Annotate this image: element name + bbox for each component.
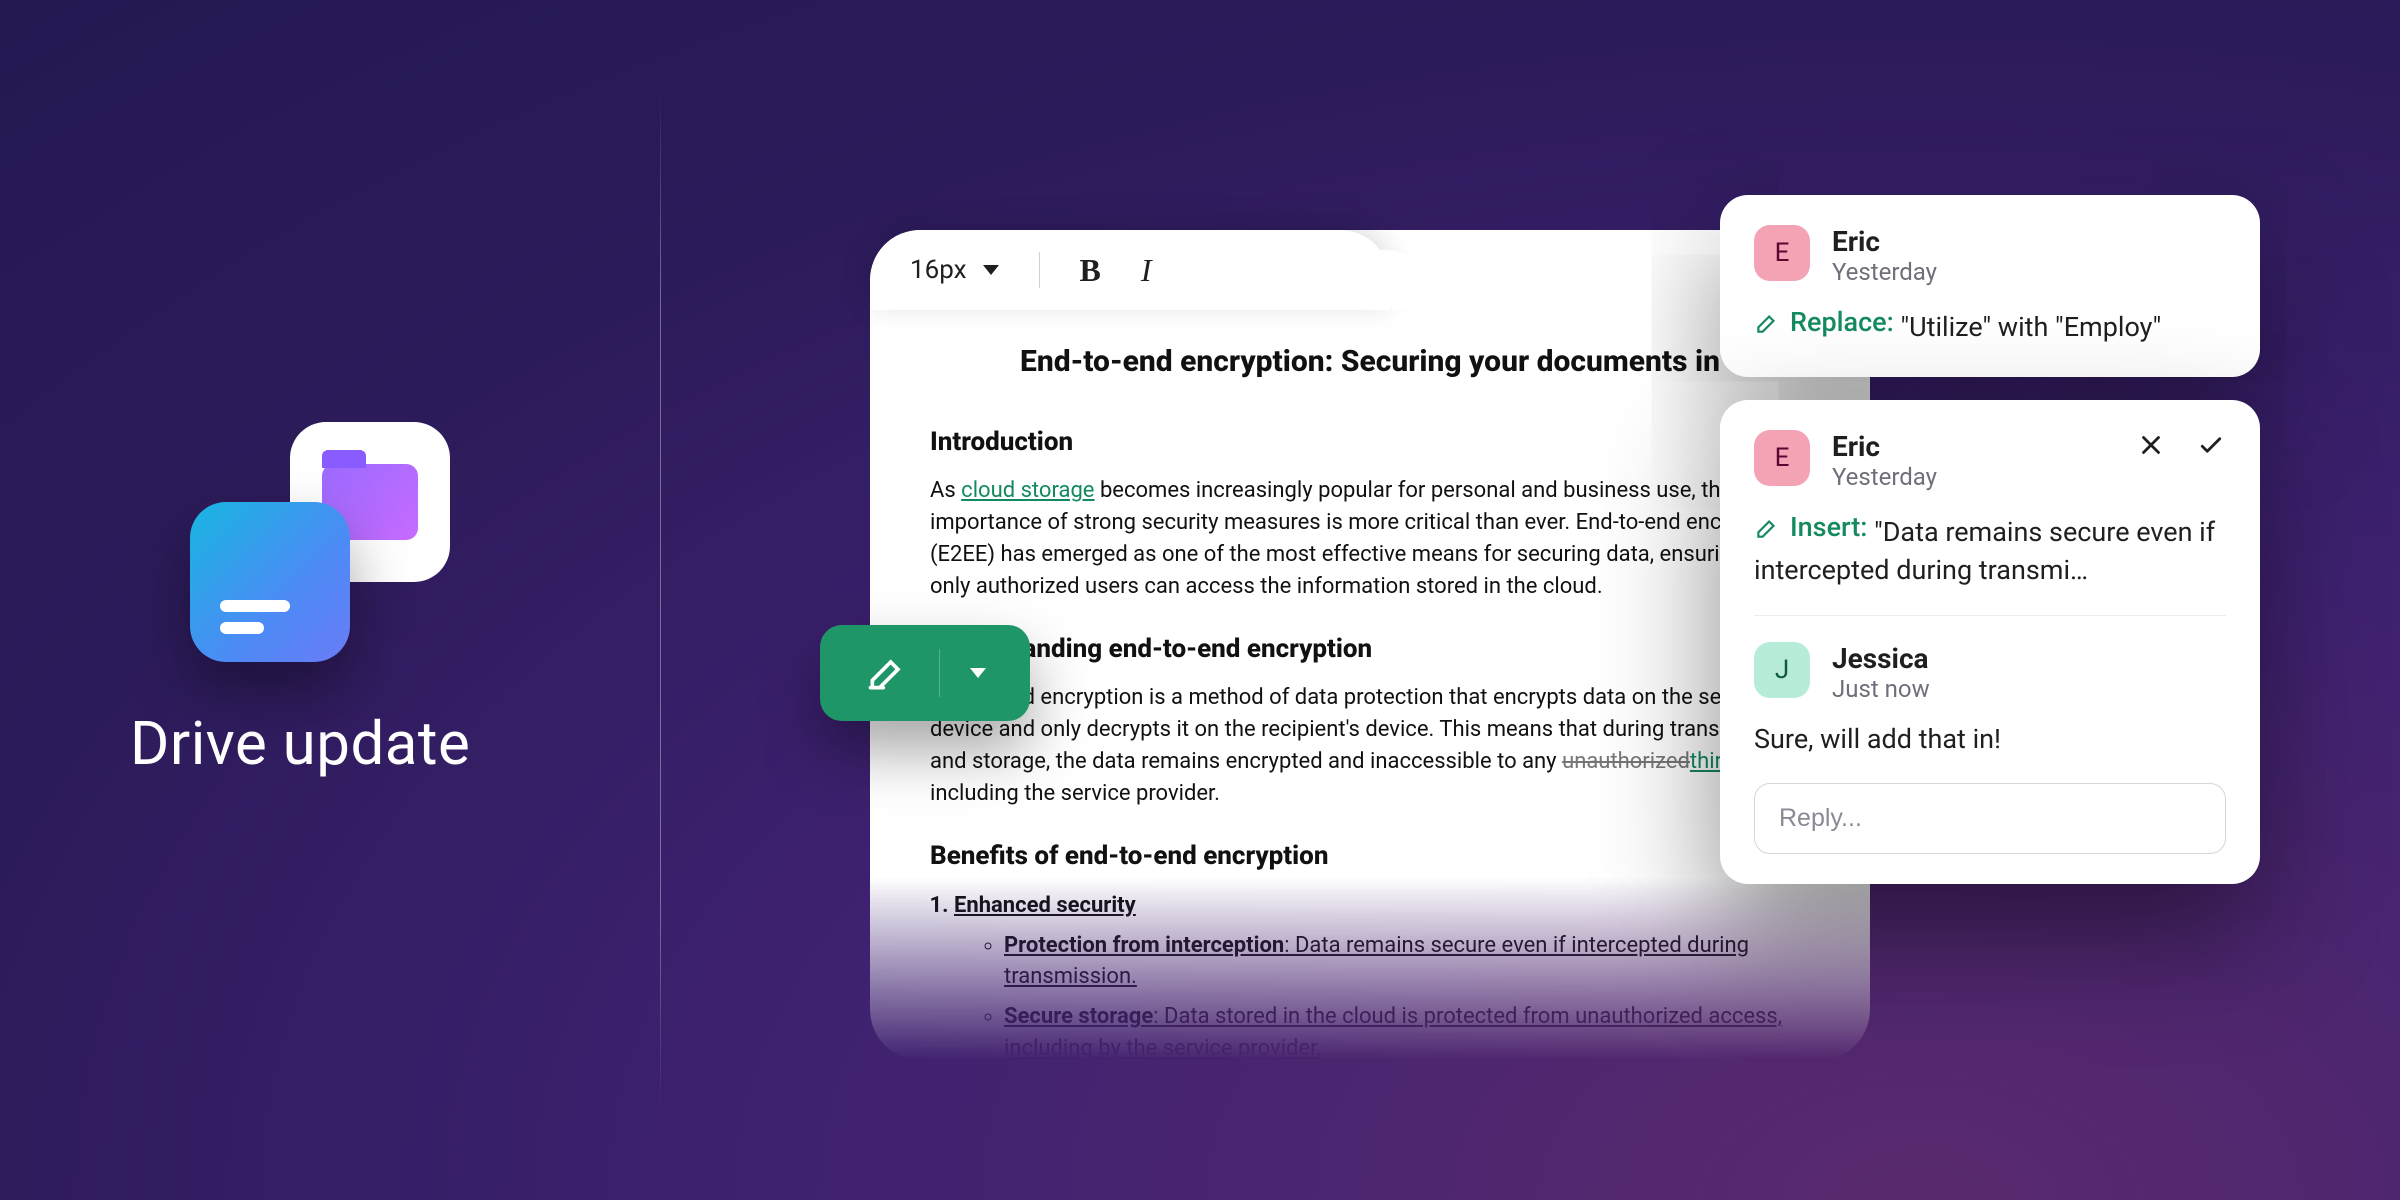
- section-heading-benefits: Benefits of end-to-end encryption: [930, 838, 1810, 876]
- tracked-delete: unauthorized: [1562, 749, 1690, 774]
- reply-text: Sure, will add that in!: [1754, 723, 2001, 755]
- drive-doc-icon: [190, 502, 350, 662]
- editor-toolbar: 16px B I: [870, 230, 1390, 310]
- edit-icon: [865, 651, 909, 695]
- font-size-selector[interactable]: 16px: [910, 255, 999, 285]
- close-icon[interactable]: [2136, 430, 2166, 460]
- understanding-paragraph: End-to-end encryption is a method of dat…: [930, 682, 1810, 810]
- comment-author: Eric: [1832, 225, 1937, 258]
- benefit-item-1: Enhanced security Protection from interc…: [954, 890, 1810, 1060]
- section-heading-understanding: Understanding end-to-end encryption: [930, 631, 1810, 669]
- font-size-value: 16px: [910, 255, 967, 285]
- benefit-sub-1b: Secure storage: Data stored in the cloud…: [1004, 1001, 1810, 1060]
- comment-time: Yesterday: [1832, 463, 1937, 491]
- avatar: E: [1754, 225, 1810, 281]
- vertical-divider: [660, 90, 661, 1110]
- benefits-list: Enhanced security Protection from interc…: [954, 890, 1810, 1060]
- section-heading-intro: Introduction: [930, 424, 1810, 462]
- cloud-storage-link[interactable]: cloud storage: [961, 478, 1094, 503]
- suggestion-verb: Insert:: [1754, 509, 1867, 547]
- benefit-sub-1a: Protection from interception: Data remai…: [1004, 930, 1810, 994]
- italic-button[interactable]: I: [1141, 252, 1152, 289]
- suggestion-card-replace[interactable]: E Eric Yesterday Replace: "Utilize" with…: [1720, 195, 2260, 377]
- suggestion-verb: Replace:: [1754, 304, 1894, 342]
- page-title: Drive update: [130, 708, 660, 779]
- suggesting-mode-button[interactable]: [820, 625, 1030, 721]
- edit-icon: [1754, 515, 1780, 541]
- comment-time: Just now: [1832, 675, 1930, 703]
- suggestion-card-insert[interactable]: E Eric Yesterday Insert: "Data remains s…: [1720, 400, 2260, 884]
- toolbar-divider: [1039, 252, 1040, 288]
- chevron-down-icon: [970, 668, 986, 678]
- brand-icons: [190, 422, 450, 662]
- bold-button[interactable]: B: [1080, 252, 1101, 289]
- suggestion-text: "Utilize" with "Employ": [1900, 311, 2161, 343]
- intro-paragraph: As cloud storage becomes increasingly po…: [930, 475, 1810, 603]
- comment-author: Jessica: [1832, 642, 1930, 675]
- document-title: End-to-end encryption: Securing your doc…: [930, 340, 1810, 384]
- chevron-down-icon: [983, 265, 999, 275]
- avatar: J: [1754, 642, 1810, 698]
- edit-icon: [1754, 310, 1780, 336]
- reply-input[interactable]: [1754, 783, 2226, 854]
- comment-author: Eric: [1832, 430, 1937, 463]
- avatar: E: [1754, 430, 1810, 486]
- check-icon[interactable]: [2196, 430, 2226, 460]
- comment-time: Yesterday: [1832, 258, 1937, 286]
